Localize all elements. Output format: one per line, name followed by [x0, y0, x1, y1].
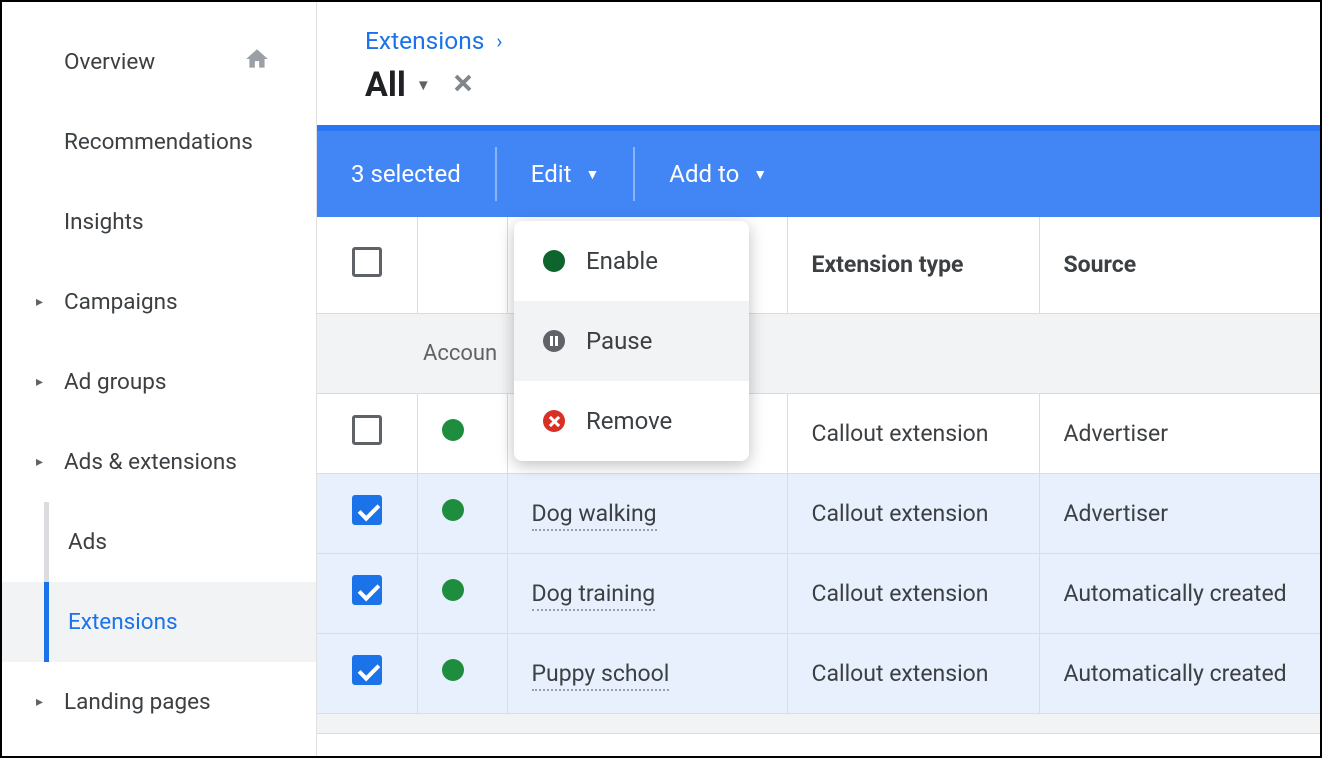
- breadcrumb-label: Extensions: [365, 26, 484, 55]
- sidebar-item-insights[interactable]: Insights: [2, 182, 316, 262]
- cell-source: Advertiser: [1039, 473, 1320, 553]
- filter-label: All: [365, 65, 406, 105]
- table-row: Puppy school Callout extension Automatic…: [317, 633, 1320, 713]
- dropdown-item-label: Remove: [586, 407, 672, 435]
- select-all-checkbox[interactable]: [352, 247, 382, 277]
- addto-label: Add to: [669, 160, 739, 188]
- sidebar-item-label: Insights: [64, 209, 144, 235]
- enable-icon: [542, 249, 566, 273]
- col-header-type[interactable]: Extension type: [787, 217, 1039, 313]
- table-row: Dog training Callout extension Automatic…: [317, 553, 1320, 633]
- table-footer-spacer: [317, 713, 1320, 733]
- edit-label: Edit: [531, 160, 572, 188]
- remove-icon: [542, 409, 566, 433]
- status-dot-icon: [442, 419, 464, 441]
- table-group-row: Accoun: [317, 313, 1320, 393]
- sidebar-item-adgroups[interactable]: ▸ Ad groups: [2, 342, 316, 422]
- sidebar-item-label: Ads: [68, 529, 107, 555]
- bulk-action-toolbar: 3 selected Edit ▼ Add to ▼: [317, 125, 1320, 217]
- sidebar-item-label: Ads & extensions: [64, 449, 237, 475]
- extension-link[interactable]: Dog walking: [532, 500, 657, 531]
- col-header-status: [417, 217, 507, 313]
- cell-type: Callout extension: [787, 473, 1039, 553]
- status-dot-icon: [442, 579, 464, 601]
- cell-type: Callout extension: [787, 553, 1039, 633]
- caret-right-icon: ▸: [36, 294, 43, 310]
- dropdown-item-label: Pause: [586, 327, 652, 355]
- cell-source: Automatically created: [1039, 553, 1320, 633]
- chevron-down-icon: ▼: [585, 166, 599, 183]
- close-icon[interactable]: [449, 69, 477, 101]
- home-icon: [244, 46, 270, 78]
- table-row: Dog walking Callout extension Advertiser: [317, 473, 1320, 553]
- caret-right-icon: ▸: [36, 374, 43, 390]
- sidebar-item-landing-pages[interactable]: ▸ Landing pages: [2, 662, 316, 742]
- sidebar: Overview Recommendations Insights ▸ Camp…: [2, 2, 317, 756]
- cell-source: Advertiser: [1039, 393, 1320, 473]
- row-checkbox[interactable]: [352, 415, 382, 445]
- col-header-source[interactable]: Source: [1039, 217, 1320, 313]
- chevron-down-icon: ▼: [753, 166, 767, 183]
- status-dot-icon: [442, 499, 464, 521]
- row-checkbox[interactable]: [352, 575, 382, 605]
- edit-dropdown: Enable Pause Remove: [514, 221, 749, 461]
- dropdown-item-enable[interactable]: Enable: [514, 221, 749, 301]
- sidebar-item-overview[interactable]: Overview: [2, 22, 316, 102]
- main-content: Extensions › All ▼ 3 selected Edit ▼: [317, 2, 1320, 756]
- selected-count: 3 selected: [317, 131, 495, 217]
- filter-selector[interactable]: All ▼: [365, 65, 431, 105]
- sidebar-item-label: Recommendations: [64, 129, 253, 155]
- group-label: Accoun: [317, 313, 1320, 393]
- table-row: Callout extension Advertiser: [317, 393, 1320, 473]
- dropdown-item-remove[interactable]: Remove: [514, 381, 749, 461]
- extensions-table: Extension Extension type Source Accoun C…: [317, 217, 1320, 734]
- cell-type: Callout extension: [787, 393, 1039, 473]
- row-checkbox[interactable]: [352, 655, 382, 685]
- page-header: Extensions › All ▼: [317, 2, 1320, 125]
- addto-menu[interactable]: Add to ▼: [635, 131, 801, 217]
- extension-link[interactable]: Dog training: [532, 580, 656, 611]
- sidebar-sub-extensions[interactable]: Extensions: [2, 582, 316, 662]
- sidebar-item-label: Extensions: [68, 609, 178, 635]
- caret-right-icon: ▸: [36, 694, 43, 710]
- dropdown-item-label: Enable: [586, 247, 658, 275]
- extension-link[interactable]: Puppy school: [532, 660, 670, 691]
- chevron-down-icon: ▼: [416, 76, 431, 94]
- sidebar-item-campaigns[interactable]: ▸ Campaigns: [2, 262, 316, 342]
- caret-right-icon: ▸: [36, 454, 43, 470]
- breadcrumb[interactable]: Extensions ›: [365, 26, 1290, 55]
- sidebar-item-ads-extensions[interactable]: ▸ Ads & extensions: [2, 422, 316, 502]
- dropdown-item-pause[interactable]: Pause: [514, 301, 749, 381]
- sidebar-item-label: Ad groups: [64, 369, 166, 395]
- cell-type: Callout extension: [787, 633, 1039, 713]
- pause-icon: [542, 329, 566, 353]
- col-header-checkbox: [317, 217, 417, 313]
- sidebar-item-label: Campaigns: [64, 289, 178, 315]
- cell-source: Automatically created: [1039, 633, 1320, 713]
- selected-count-text: 3 selected: [351, 160, 461, 188]
- sidebar-item-label: Overview: [64, 49, 155, 75]
- edit-menu[interactable]: Edit ▼: [497, 131, 634, 217]
- sidebar-sub-ads[interactable]: Ads: [2, 502, 316, 582]
- row-checkbox[interactable]: [352, 495, 382, 525]
- status-dot-icon: [442, 659, 464, 681]
- sidebar-item-label: Landing pages: [64, 689, 211, 715]
- chevron-right-icon: ›: [496, 29, 502, 53]
- sidebar-item-recommendations[interactable]: Recommendations: [2, 102, 316, 182]
